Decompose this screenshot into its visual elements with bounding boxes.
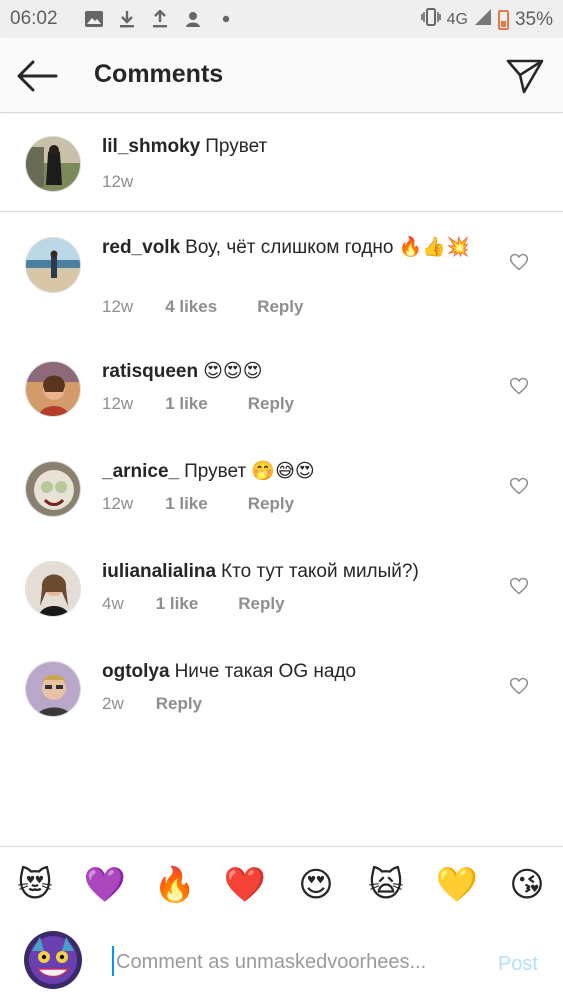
comment-text: ratisqueen 😍😍😍 (102, 358, 483, 385)
comment-time: 2w (102, 694, 124, 713)
comment-time: 4w (102, 594, 124, 613)
comment-body: Прувет (205, 136, 268, 157)
image-icon (84, 9, 104, 29)
like-button[interactable] (509, 576, 529, 596)
emoji-button[interactable]: 😘 (505, 865, 549, 905)
comment-username[interactable]: ratisqueen (102, 361, 198, 382)
dot-icon (216, 9, 236, 29)
avatar[interactable] (25, 361, 81, 417)
back-button[interactable] (14, 56, 60, 96)
comment-time: 12w (102, 494, 134, 513)
share-button[interactable] (505, 56, 545, 96)
battery-level: 35% (514, 9, 553, 30)
arrow-left-icon (17, 60, 58, 92)
comment-composer: Post (0, 923, 563, 1000)
comment-text: ogtolya Ниче такая OG надо (102, 658, 483, 685)
comment-username[interactable]: red_volk (102, 237, 180, 258)
divider (0, 211, 563, 212)
comment-meta: 4w 1 like Reply (102, 594, 285, 614)
comment-likes[interactable]: 4 likes (165, 297, 217, 317)
like-button[interactable] (509, 676, 529, 696)
comment-username[interactable]: _arnice_ (102, 461, 179, 482)
emoji-button[interactable]: 💜 (83, 865, 127, 905)
emoji-button[interactable]: 😻 (13, 865, 57, 905)
comment-meta: 2w Reply (102, 694, 202, 714)
emoji-button[interactable]: 🔥 (153, 865, 197, 905)
battery-icon (497, 10, 509, 30)
comment-likes[interactable]: 1 like (156, 594, 199, 614)
comment-text: lil_shmoky Прувет (102, 133, 483, 160)
like-button[interactable] (509, 252, 529, 272)
comment-likes[interactable]: 1 like (165, 494, 208, 514)
reply-button[interactable]: Reply (238, 594, 284, 614)
status-bar: 06:02 4G 35% (0, 0, 563, 38)
like-button[interactable] (509, 476, 529, 496)
reply-button[interactable]: Reply (257, 297, 303, 317)
avatar[interactable] (25, 661, 81, 717)
comments-header: Comments (0, 38, 563, 113)
reply-button[interactable]: Reply (248, 394, 294, 414)
page-title: Comments (94, 60, 224, 88)
status-right: 4G 35% (420, 8, 553, 32)
reply-button[interactable]: Reply (248, 494, 294, 514)
comment-body: 😍😍😍 (203, 361, 263, 382)
network-type: 4G (446, 11, 468, 28)
comment-time: 12w (102, 172, 134, 191)
person-icon (183, 9, 203, 29)
avatar[interactable] (25, 136, 81, 192)
comment-username[interactable]: ogtolya (102, 661, 170, 682)
comment-input[interactable] (114, 943, 468, 981)
emoji-button[interactable]: 🙀 (364, 865, 408, 905)
heart-outline-icon (509, 577, 529, 595)
comment-body: Прувет 🤭😅😍 (184, 461, 315, 482)
avatar[interactable] (25, 561, 81, 617)
post-button[interactable]: Post (498, 953, 538, 976)
comment-username[interactable]: iulianalialina (102, 561, 216, 582)
heart-outline-icon (509, 253, 529, 271)
comment-username[interactable]: lil_shmoky (102, 136, 200, 157)
comment-meta: 12w 1 like Reply (102, 394, 294, 414)
like-button[interactable] (509, 376, 529, 396)
emoji-button[interactable]: 😍 (294, 865, 338, 905)
comment-body: Ниче такая OG надо (174, 661, 357, 682)
comment-meta: 12w (102, 172, 165, 192)
avatar[interactable] (25, 461, 81, 517)
emoji-quick-bar: 😻 💜 🔥 ❤️ 😍 🙀 💛 😘 (0, 846, 563, 924)
comment-meta: 12w 4 likes Reply (102, 297, 303, 317)
comment-body: Воу, чёт слишком годно 🔥👍💥 (185, 237, 470, 258)
signal-icon (474, 8, 492, 32)
comment-text: red_volk Воу, чёт слишком годно 🔥👍💥 (102, 234, 483, 261)
heart-outline-icon (509, 677, 529, 695)
heart-outline-icon (509, 477, 529, 495)
vibrate-icon (420, 8, 441, 32)
download-icon (117, 9, 137, 29)
emoji-button[interactable]: ❤️ (223, 865, 267, 905)
comment-meta: 12w 1 like Reply (102, 494, 294, 514)
paper-plane-icon (506, 59, 544, 94)
upload-icon (150, 9, 170, 29)
comment-body: Кто тут такой милый?) (221, 561, 419, 582)
comment-time: 12w (102, 297, 134, 316)
reply-button[interactable]: Reply (156, 694, 202, 714)
emoji-button[interactable]: 💛 (435, 865, 479, 905)
comment-text: _arnice_ Прувет 🤭😅😍 (102, 458, 483, 485)
status-time: 06:02 (10, 8, 58, 29)
comment-likes[interactable]: 1 like (165, 394, 208, 414)
avatar[interactable] (25, 237, 81, 293)
comment-time: 12w (102, 394, 134, 413)
current-user-avatar (24, 931, 82, 989)
heart-outline-icon (509, 377, 529, 395)
notification-icons (84, 9, 236, 29)
comment-text: iulianalialina Кто тут такой милый?) (102, 558, 483, 585)
